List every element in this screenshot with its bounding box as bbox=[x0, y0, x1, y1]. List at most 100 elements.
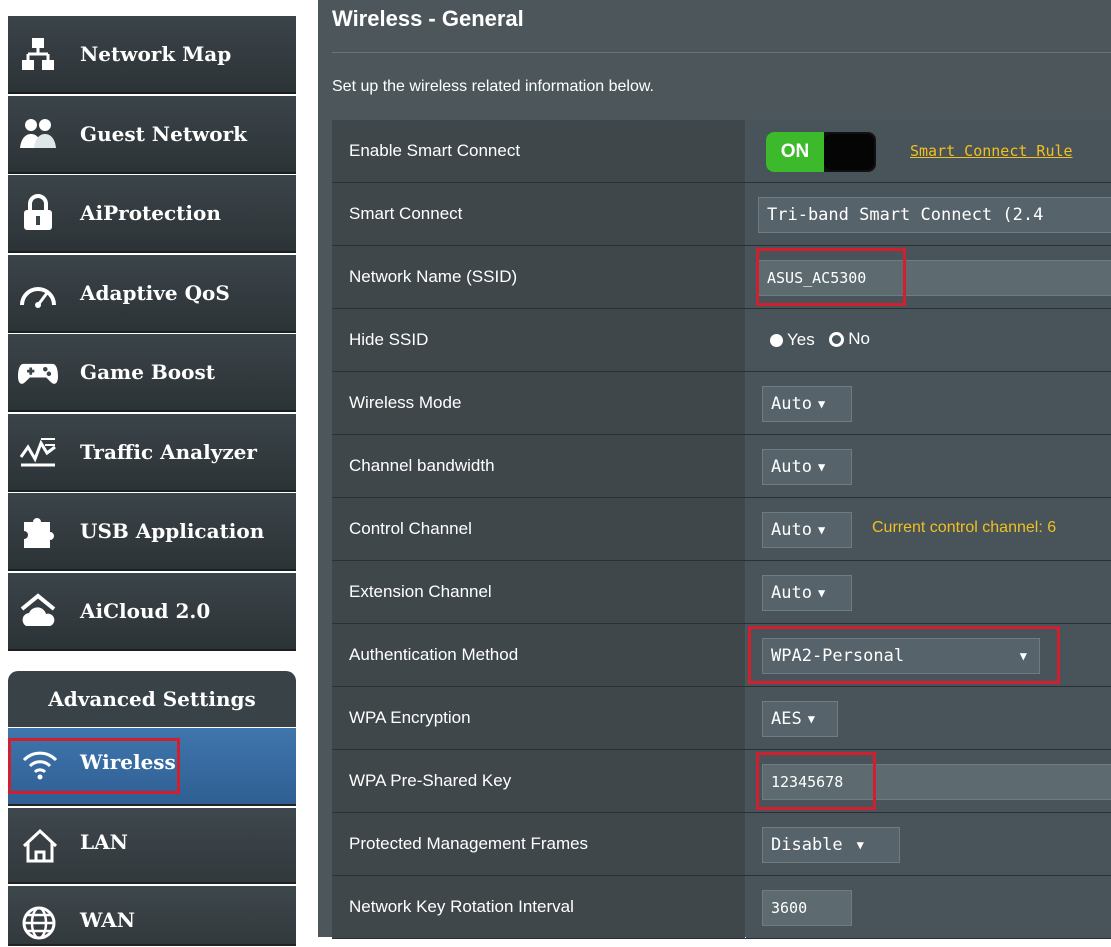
smart-connect-rule-link[interactable]: Smart Connect Rule bbox=[910, 142, 1073, 160]
channel-bandwidth-select[interactable]: Auto ▼ bbox=[762, 449, 852, 485]
sidebar-item-wan[interactable]: WAN bbox=[8, 886, 296, 946]
sidebar-item-label: AiProtection bbox=[80, 201, 221, 225]
dropdown-arrow-icon: ▼ bbox=[817, 523, 826, 537]
main-panel: Wireless - General Set up the wireless r… bbox=[318, 0, 1111, 939]
wifi-icon bbox=[20, 746, 60, 786]
hide-ssid-no-radio[interactable]: No bbox=[829, 329, 870, 349]
dropdown-arrow-icon: ▼ bbox=[856, 838, 864, 852]
select-value: Auto bbox=[771, 394, 812, 414]
row-value: Auto ▼ Current control channel: 6 bbox=[746, 498, 1111, 560]
sidebar: Network Map Guest Network AiProtection A… bbox=[0, 0, 298, 946]
control-channel-select[interactable]: Auto ▼ bbox=[762, 512, 852, 548]
row-label: Channel bandwidth bbox=[332, 435, 745, 497]
extension-channel-select[interactable]: Auto ▼ bbox=[762, 575, 852, 611]
row-value: ON Smart Connect Rule bbox=[746, 120, 1111, 182]
row-ssid: Network Name (SSID) ASUS_AC5300 bbox=[332, 246, 1111, 309]
row-label: Network Key Rotation Interval bbox=[332, 876, 745, 938]
row-smart-connect: Smart Connect Tri-band Smart Connect (2.… bbox=[332, 183, 1111, 246]
sidebar-item-label: Network Map bbox=[80, 42, 232, 66]
speedometer-icon bbox=[18, 273, 58, 313]
puzzle-icon bbox=[18, 511, 58, 551]
input-value: ASUS_AC5300 bbox=[767, 269, 867, 287]
dropdown-arrow-icon: ▼ bbox=[817, 397, 826, 411]
select-value: WPA2-Personal bbox=[771, 646, 905, 666]
sidebar-item-label: LAN bbox=[80, 830, 128, 854]
smart-connect-toggle[interactable]: ON bbox=[766, 132, 876, 172]
key-rotation-input[interactable]: 3600 bbox=[762, 890, 852, 926]
sidebar-item-label: Guest Network bbox=[80, 122, 248, 146]
toggle-on-label: ON bbox=[766, 132, 824, 172]
sidebar-item-aiprotection[interactable]: AiProtection bbox=[8, 175, 296, 253]
lock-icon bbox=[18, 193, 58, 233]
sidebar-item-lan[interactable]: LAN bbox=[8, 808, 296, 884]
row-enable-smart-connect: Enable Smart Connect ON Smart Connect Ru… bbox=[332, 120, 1111, 183]
sidebar-item-label: Wireless bbox=[80, 750, 176, 774]
network-map-icon bbox=[18, 34, 58, 74]
sidebar-item-label: USB Application bbox=[80, 519, 265, 543]
dropdown-arrow-icon: ▼ bbox=[817, 460, 826, 474]
settings-table: Enable Smart Connect ON Smart Connect Ru… bbox=[332, 120, 1111, 939]
row-value: Tri-band Smart Connect (2.4 bbox=[746, 183, 1111, 245]
pmf-select[interactable]: Disable ▼ bbox=[762, 827, 900, 863]
sidebar-item-network-map[interactable]: Network Map bbox=[8, 16, 296, 94]
sidebar-item-wireless[interactable]: Wireless bbox=[8, 728, 296, 806]
select-value: Auto bbox=[771, 457, 812, 477]
row-label: WPA Encryption bbox=[332, 687, 745, 749]
gamepad-icon bbox=[18, 352, 58, 392]
select-value: Tri-band Smart Connect (2.4 bbox=[767, 205, 1044, 225]
row-label: Network Name (SSID) bbox=[332, 246, 745, 308]
row-label: Protected Management Frames bbox=[332, 813, 745, 875]
row-value: WPA2-Personal ▼ bbox=[746, 624, 1111, 686]
select-value: AES bbox=[771, 709, 802, 729]
select-value: Auto bbox=[771, 520, 812, 540]
radio-label: No bbox=[848, 329, 870, 348]
row-extension-channel: Extension Channel Auto ▼ bbox=[332, 561, 1111, 624]
ssid-input[interactable]: ASUS_AC5300 bbox=[758, 260, 1111, 296]
sidebar-item-traffic-analyzer[interactable]: Traffic Analyzer bbox=[8, 414, 296, 492]
sidebar-item-label: Traffic Analyzer bbox=[80, 440, 257, 464]
page-title: Wireless - General bbox=[332, 6, 524, 31]
advanced-settings-header: Advanced Settings bbox=[8, 671, 296, 727]
row-value: Auto ▼ bbox=[746, 561, 1111, 623]
row-label: Enable Smart Connect bbox=[332, 120, 745, 182]
hide-ssid-yes-radio[interactable]: Yes bbox=[770, 330, 815, 350]
row-value: Disable ▼ bbox=[746, 813, 1111, 875]
traffic-analyzer-icon bbox=[18, 432, 58, 472]
row-value: AES ▼ bbox=[746, 687, 1111, 749]
row-value: ASUS_AC5300 bbox=[746, 246, 1111, 308]
row-channel-bandwidth: Channel bandwidth Auto ▼ bbox=[332, 435, 1111, 498]
current-control-channel-hint: Current control channel: 6 bbox=[872, 519, 1057, 536]
row-value: Auto ▼ bbox=[746, 435, 1111, 497]
sidebar-item-adaptive-qos[interactable]: Adaptive QoS bbox=[8, 255, 296, 333]
row-label: Control Channel bbox=[332, 498, 745, 560]
row-value: 3600 bbox=[746, 876, 1111, 938]
smart-connect-select[interactable]: Tri-band Smart Connect (2.4 bbox=[758, 197, 1111, 233]
sidebar-item-usb-application[interactable]: USB Application bbox=[8, 493, 296, 571]
sidebar-item-label: Adaptive QoS bbox=[80, 281, 230, 305]
wpa-encryption-select[interactable]: AES ▼ bbox=[762, 701, 838, 737]
authentication-method-select[interactable]: WPA2-Personal ▼ bbox=[762, 638, 1040, 674]
sidebar-item-game-boost[interactable]: Game Boost bbox=[8, 334, 296, 412]
globe-icon bbox=[20, 904, 60, 944]
home-icon bbox=[20, 826, 60, 866]
dropdown-arrow-icon: ▼ bbox=[807, 712, 815, 726]
row-label: Smart Connect bbox=[332, 183, 745, 245]
sidebar-item-label: Game Boost bbox=[80, 360, 215, 384]
input-value: 3600 bbox=[771, 899, 808, 917]
select-value: Auto bbox=[771, 583, 812, 603]
sidebar-item-guest-network[interactable]: Guest Network bbox=[8, 96, 296, 174]
row-value: 12345678 bbox=[746, 750, 1111, 812]
row-value: Auto ▼ bbox=[746, 372, 1111, 434]
wpa-psk-input[interactable]: 12345678 bbox=[762, 764, 1111, 800]
title-divider bbox=[332, 52, 1111, 53]
radio-label: Yes bbox=[787, 330, 815, 349]
sidebar-item-aicloud[interactable]: AiCloud 2.0 bbox=[8, 573, 296, 651]
dropdown-arrow-icon: ▼ bbox=[1019, 649, 1027, 663]
wireless-mode-select[interactable]: Auto ▼ bbox=[762, 386, 852, 422]
select-value: Disable bbox=[771, 835, 843, 855]
row-wireless-mode: Wireless Mode Auto ▼ bbox=[332, 372, 1111, 435]
row-pmf: Protected Management Frames Disable ▼ bbox=[332, 813, 1111, 876]
row-wpa-encryption: WPA Encryption AES ▼ bbox=[332, 687, 1111, 750]
row-authentication-method: Authentication Method WPA2-Personal ▼ bbox=[332, 624, 1111, 687]
page-subtitle: Set up the wireless related information … bbox=[332, 78, 654, 95]
